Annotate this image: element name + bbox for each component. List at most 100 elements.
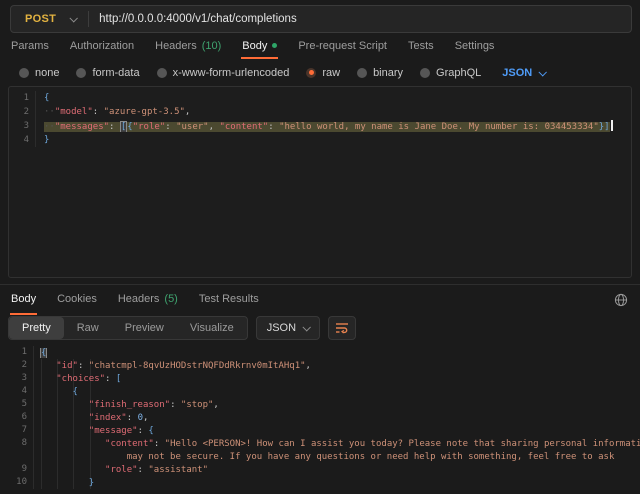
radio-icon <box>357 68 367 78</box>
code-line: 1{ <box>8 346 640 359</box>
view-preview[interactable]: Preview <box>112 317 177 339</box>
body-type-none[interactable]: none <box>19 67 59 79</box>
radio-icon <box>157 68 167 78</box>
code-line: may not be secure. If you have any quest… <box>8 450 640 463</box>
line-number: 2 <box>9 105 36 119</box>
wrap-text-icon <box>335 322 349 334</box>
code-text: { <box>36 93 631 103</box>
line-number: 7 <box>8 424 34 437</box>
code-text: } <box>34 478 640 488</box>
wrap-text-button[interactable] <box>328 316 356 340</box>
tab-count: (10) <box>202 40 222 52</box>
response-tab-body[interactable]: Body <box>10 285 37 315</box>
body-type-label: form-data <box>92 67 139 79</box>
response-body-editor[interactable]: 1{2 "id": "chatcmpl-8qvUzHODstrNQFDdRkrn… <box>0 343 640 489</box>
tab-label: Authorization <box>70 40 134 52</box>
tab-authorization[interactable]: Authorization <box>69 34 135 59</box>
network-globe-icon[interactable] <box>614 293 628 307</box>
code-text: "choices": [ <box>34 374 640 384</box>
body-type-label: none <box>35 67 59 79</box>
body-type-label: raw <box>322 67 340 79</box>
line-number: 3 <box>8 372 34 385</box>
response-tab-test-results[interactable]: Test Results <box>198 285 260 315</box>
request-tabs: Params Authorization Headers (10) Body Pre-re… <box>0 34 640 59</box>
url-input[interactable] <box>89 13 631 25</box>
request-body-editor[interactable]: 1{2··"model": "azure-gpt-3.5",3 ··"messag… <box>8 86 632 278</box>
code-line: 4 { <box>8 385 640 398</box>
tab-headers[interactable]: Headers (10) <box>154 34 222 59</box>
response-language-select[interactable]: JSON <box>256 316 320 340</box>
text-selection: ··"messages": [{"role": "user", "content… <box>44 122 610 132</box>
view-visualize[interactable]: Visualize <box>177 317 247 339</box>
tab-label: Headers <box>118 293 160 305</box>
response-tab-headers[interactable]: Headers (5) <box>117 285 179 315</box>
body-type-label: binary <box>373 67 403 79</box>
line-number <box>8 450 34 463</box>
tab-label: Pre-request Script <box>298 40 387 52</box>
response-view-toolbar: PrettyRawPreviewVisualize JSON <box>8 316 640 340</box>
code-text: { <box>34 348 640 358</box>
tab-count: (5) <box>164 293 177 305</box>
chevron-down-icon <box>303 323 311 331</box>
tab-pre-request-script[interactable]: Pre-request Script <box>297 34 388 59</box>
code-text: } <box>36 135 631 145</box>
response-view-switch: PrettyRawPreviewVisualize <box>8 316 248 340</box>
body-type-graphql[interactable]: GraphQL <box>420 67 481 79</box>
request-language-select[interactable]: JSON <box>502 67 545 79</box>
line-number: 1 <box>9 91 36 105</box>
text-cursor <box>611 120 613 131</box>
code-text: ··"messages": [{"role": "user", "content… <box>36 120 631 132</box>
code-line: 7 "message": { <box>8 424 640 437</box>
tab-label: Test Results <box>199 293 259 305</box>
code-line: 1{ <box>9 91 631 105</box>
method-label: POST <box>25 13 56 25</box>
tab-label: Headers <box>155 40 197 52</box>
code-line: 2··"model": "azure-gpt-3.5", <box>9 105 631 119</box>
code-line: 5 "finish_reason": "stop", <box>8 398 640 411</box>
code-line: 2 "id": "chatcmpl-8qvUzHODstrNQFDdRkrnv0… <box>8 359 640 372</box>
radio-selected-icon <box>306 68 316 78</box>
tab-tests[interactable]: Tests <box>407 34 435 59</box>
body-type-row: none form-data x-www-form-urlencoded raw bin… <box>0 59 640 86</box>
body-type-label: x-www-form-urlencoded <box>173 67 290 79</box>
view-pretty[interactable]: Pretty <box>9 317 64 339</box>
line-number: 1 <box>8 346 34 359</box>
line-number: 2 <box>8 359 34 372</box>
body-type-x-www-form-urlencoded[interactable]: x-www-form-urlencoded <box>157 67 290 79</box>
view-raw[interactable]: Raw <box>64 317 112 339</box>
chevron-down-icon <box>70 14 78 22</box>
body-type-binary[interactable]: binary <box>357 67 403 79</box>
postman-window: POST ParamsAuthorizationHeaders(10)BodyP… <box>0 0 640 494</box>
body-type-form-data[interactable]: form-data <box>76 67 139 79</box>
tab-body[interactable]: Body <box>241 34 278 59</box>
tab-label: Body <box>11 293 36 305</box>
code-text: may not be secure. If you have any quest… <box>34 452 640 462</box>
code-text: "role": "assistant" <box>34 465 640 475</box>
line-number: 5 <box>8 398 34 411</box>
code-text: "id": "chatcmpl-8qvUzHODstrNQFDdRkrnv0mI… <box>34 361 640 371</box>
modified-dot-icon <box>272 43 277 48</box>
method-select[interactable]: POST <box>11 6 88 32</box>
tab-settings[interactable]: Settings <box>454 34 496 59</box>
line-number: 8 <box>8 437 34 450</box>
code-line: 4} <box>9 133 631 147</box>
tab-label: Body <box>242 40 267 52</box>
body-type-raw[interactable]: raw <box>306 67 340 79</box>
line-number: 4 <box>8 385 34 398</box>
tab-label: Params <box>11 40 49 52</box>
radio-icon <box>19 68 29 78</box>
line-number: 10 <box>8 476 34 489</box>
tab-params[interactable]: Params <box>10 34 50 59</box>
request-language-label: JSON <box>502 67 532 79</box>
response-tab-cookies[interactable]: Cookies <box>56 285 98 315</box>
code-text: "content": "Hello <PERSON>! How can I as… <box>34 439 640 449</box>
code-text: "finish_reason": "stop", <box>34 400 640 410</box>
response-tabs: Body Cookies Headers (5) Test Results <box>0 285 640 315</box>
chevron-down-icon <box>539 68 547 76</box>
code-line: 9 "role": "assistant" <box>8 463 640 476</box>
radio-icon <box>76 68 86 78</box>
radio-icon <box>420 68 430 78</box>
code-line: 3 "choices": [ <box>8 372 640 385</box>
code-line: 3 ··"messages": [{"role": "user", "conten… <box>9 119 631 133</box>
line-number: 3 <box>9 119 36 133</box>
